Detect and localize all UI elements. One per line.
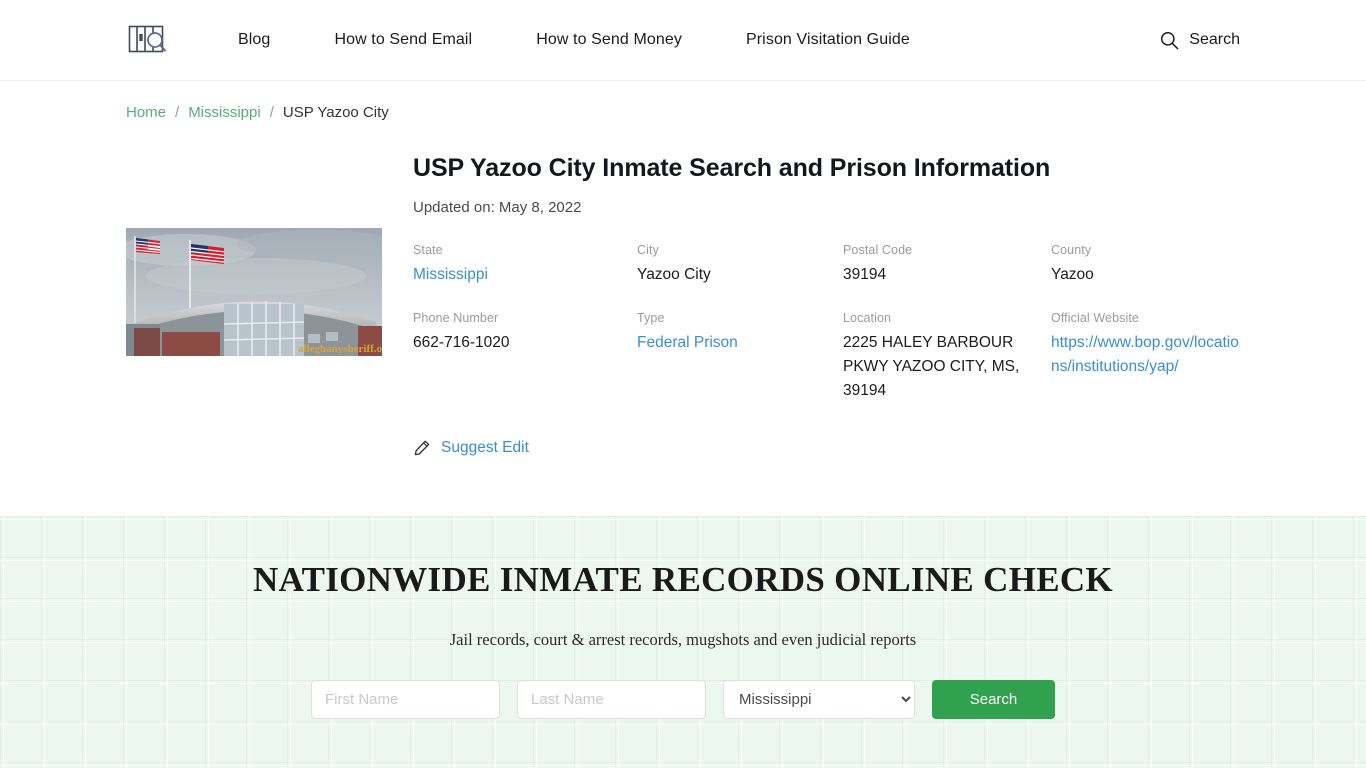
field-phone-number: Phone Number 662-716-1020 <box>413 311 637 403</box>
header-search-toggle[interactable]: Search <box>1160 31 1240 50</box>
search-icon <box>1161 31 1179 49</box>
field-label-city: City <box>637 243 659 258</box>
suggest-edit-button[interactable]: Suggest Edit <box>413 439 529 457</box>
cta-title: NATIONWIDE INMATE RECORDS ONLINE CHECK <box>253 560 1113 599</box>
field-value-phone-number: 662-716-1020 <box>413 334 510 352</box>
field-label-state: State <box>413 243 443 258</box>
field-value-type[interactable]: Federal Prison <box>637 334 738 351</box>
nav-item-how-to-send-money[interactable]: How to Send Money <box>504 31 714 49</box>
field-official-website: Official Website https://www.bop.gov/loc… <box>1051 311 1240 403</box>
field-label-postal-code: Postal Code <box>843 243 913 258</box>
updated-date: Updated on: May 8, 2022 <box>413 199 582 217</box>
last-name-input[interactable] <box>517 680 706 719</box>
main-navigation: Blog How to Send Email How to Send Money… <box>210 31 942 49</box>
breadcrumb-state[interactable]: Mississippi <box>188 104 261 121</box>
nationwide-search-section: NATIONWIDE INMATE RECORDS ONLINE CHECK J… <box>0 516 1366 768</box>
cta-subtitle: Jail records, court & arrest records, mu… <box>449 630 917 649</box>
pencil-icon <box>414 440 430 456</box>
header-search-label: Search <box>1189 31 1240 48</box>
site-header: Blog How to Send Email How to Send Money… <box>0 0 1366 81</box>
field-label-phone-number: Phone Number <box>413 311 499 326</box>
field-location: Location 2225 HALEY BARBOUR PKWY YAZOO C… <box>843 311 1051 403</box>
field-state: State Mississippi <box>413 243 637 287</box>
field-city: City Yazoo City <box>637 243 843 287</box>
state-select[interactable]: Mississippi <box>723 680 915 719</box>
site-logo[interactable] <box>126 20 170 60</box>
photo-watermark: alleghanysheriff.org <box>298 343 382 355</box>
nav-item-blog[interactable]: Blog <box>210 31 302 49</box>
field-value-postal-code: 39194 <box>843 266 887 284</box>
breadcrumb: Home / Mississippi / USP Yazoo City <box>0 81 1366 121</box>
field-label-county: County <box>1051 243 1092 258</box>
field-value-location: 2225 HALEY BARBOUR PKWY YAZOO CITY, MS, … <box>843 334 1020 400</box>
inmate-search-form: Mississippi Search <box>0 680 1366 719</box>
main-content: alleghanysheriff.org USP Yazoo City Inma… <box>0 115 1366 462</box>
field-label-location: Location <box>843 311 892 326</box>
field-postal-code: Postal Code 39194 <box>843 243 1051 287</box>
page-title: USP Yazoo City Inmate Search and Prison … <box>413 154 1051 182</box>
prison-photo-column: alleghanysheriff.org <box>126 153 382 356</box>
breadcrumb-current: USP Yazoo City <box>282 103 389 121</box>
field-type: Type Federal Prison <box>637 311 843 403</box>
first-name-input[interactable] <box>311 680 500 719</box>
search-button[interactable]: Search <box>932 680 1055 719</box>
nav-item-how-to-send-email[interactable]: How to Send Email <box>302 31 504 49</box>
nav-item-prison-visitation-guide[interactable]: Prison Visitation Guide <box>714 31 942 49</box>
field-label-official-website: Official Website <box>1051 311 1139 326</box>
field-value-official-website[interactable]: https://www.bop.gov/locations/institutio… <box>1051 334 1239 375</box>
field-value-county: Yazoo <box>1051 266 1094 284</box>
field-label-type: Type <box>637 311 665 326</box>
suggest-edit-label: Suggest Edit <box>441 439 529 457</box>
field-county: County Yazoo <box>1051 243 1240 287</box>
prison-info-column: USP Yazoo City Inmate Search and Prison … <box>382 153 1240 462</box>
prison-details-grid: State Mississippi City Yazoo City Postal… <box>413 243 1240 403</box>
field-value-city: Yazoo City <box>637 266 711 284</box>
prison-building-photo: alleghanysheriff.org <box>126 228 382 356</box>
prison-bars-search-logo-icon <box>128 25 166 53</box>
breadcrumb-separator-1: / <box>175 103 180 121</box>
breadcrumb-home[interactable]: Home <box>126 104 166 121</box>
field-value-state[interactable]: Mississippi <box>413 266 488 283</box>
breadcrumb-separator-2: / <box>269 103 274 121</box>
